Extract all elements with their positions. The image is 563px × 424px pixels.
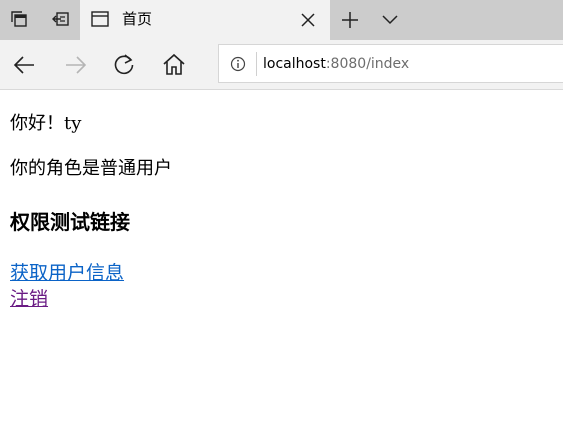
home-icon[interactable] (161, 52, 187, 78)
url-path: :8080/index (325, 56, 410, 72)
tab-title: 首页 (122, 10, 153, 28)
back-arrow-icon[interactable] (12, 52, 38, 78)
close-tab-icon[interactable] (299, 11, 317, 29)
forward-arrow-icon (66, 56, 87, 74)
chevron-down-icon[interactable] (378, 9, 402, 31)
url-host: localhost (263, 56, 326, 72)
section-heading: 权限测试链接 (10, 210, 130, 234)
set-aside-tabs-button[interactable] (44, 0, 78, 38)
tab-groups-button[interactable] (2, 0, 36, 38)
logout-link[interactable]: 注销 (10, 288, 48, 310)
refresh-icon[interactable] (111, 52, 137, 78)
address-divider (256, 52, 257, 76)
page-icon (91, 11, 109, 27)
set-aside-tabs-icon (52, 12, 69, 26)
address-bar[interactable]: localhost:8080/index (218, 44, 563, 83)
browser-window: 首页 localhost:8080/index 你好！ty 你的角色是普通用户 … (0, 0, 563, 424)
tab-groups-icon (11, 11, 27, 27)
role-text: 你的角色是普通用户 (10, 158, 172, 179)
navigation-bar: localhost:8080/index (0, 40, 563, 90)
tab-strip: 首页 (0, 0, 563, 40)
get-user-info-link[interactable]: 获取用户信息 (10, 262, 124, 284)
url-text[interactable]: localhost:8080/index (263, 54, 409, 74)
new-tab-icon[interactable] (338, 9, 362, 31)
tab-home[interactable]: 首页 (80, 0, 330, 40)
greeting-text: 你好！ty (10, 113, 82, 134)
info-icon[interactable] (230, 56, 246, 72)
